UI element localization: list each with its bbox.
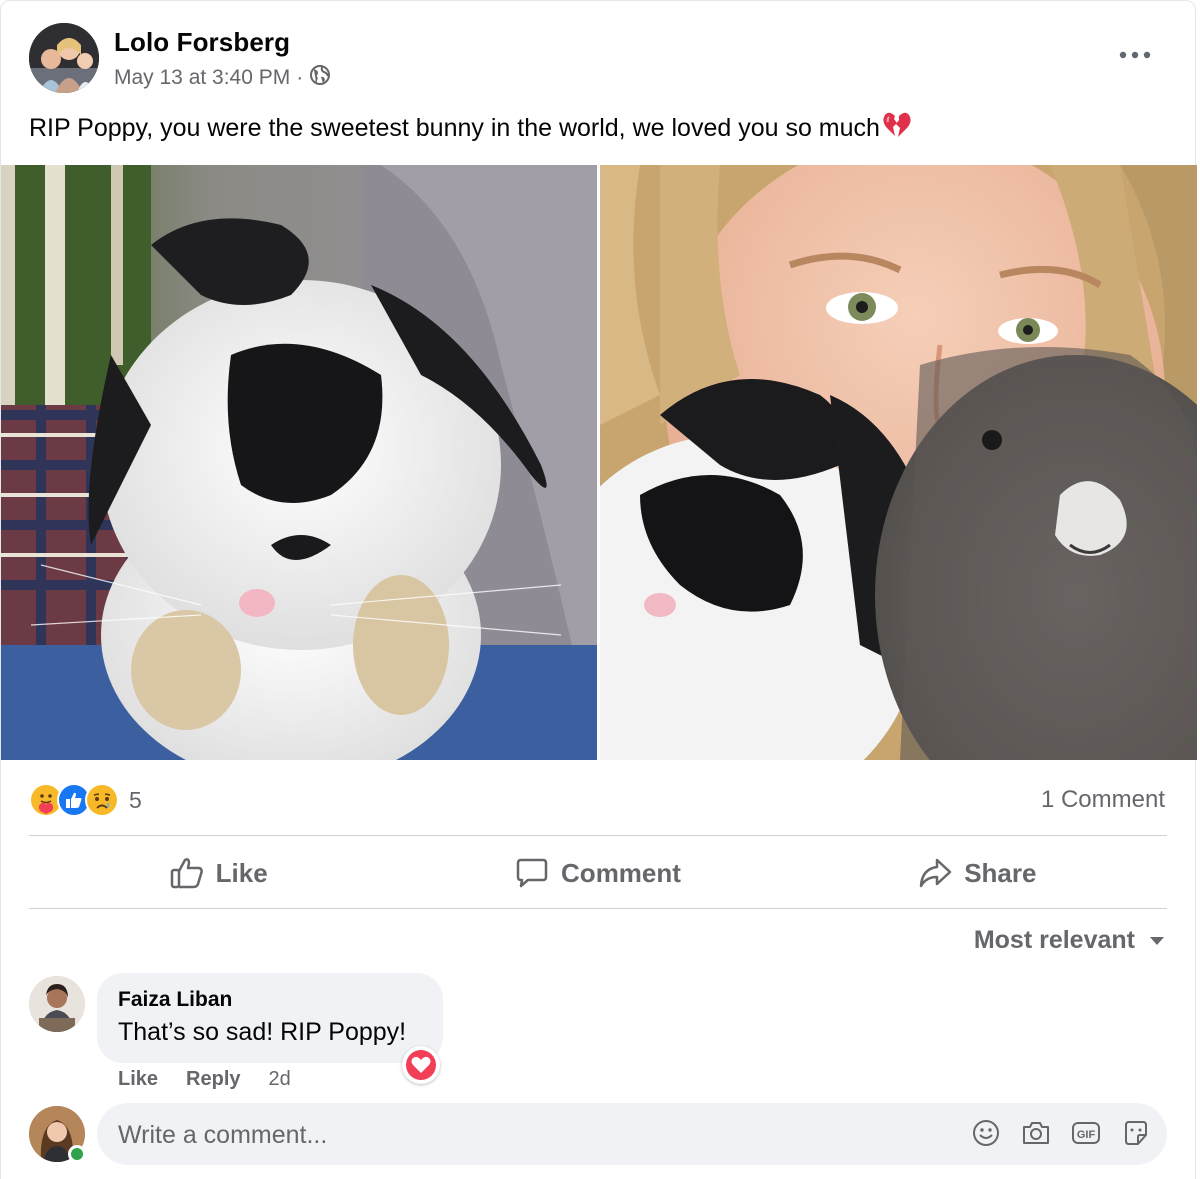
post-text: RIP Poppy, you were the sweetest bunny i… — [29, 111, 912, 146]
more-options-button[interactable] — [1113, 37, 1157, 73]
comment-like-link[interactable]: Like — [118, 1068, 158, 1091]
post-photo-1[interactable] — [1, 165, 597, 760]
current-user-avatar[interactable] — [29, 1106, 86, 1163]
sticker-icon[interactable] — [1121, 1118, 1151, 1148]
globe-icon[interactable] — [309, 64, 331, 92]
comment-count-link[interactable]: 1 Comment — [1041, 786, 1165, 814]
comment-time[interactable]: 2d — [269, 1068, 291, 1091]
comment-button-label: Comment — [561, 857, 681, 888]
gif-icon[interactable]: GIF — [1071, 1118, 1101, 1148]
comment-bubble-icon — [516, 858, 548, 888]
like-button[interactable]: Like — [29, 839, 408, 907]
composer-tools: GIF — [971, 1118, 1151, 1148]
comment-button[interactable]: Comment — [408, 839, 787, 907]
reaction-count[interactable]: 5 — [129, 787, 142, 814]
divider — [29, 908, 1167, 909]
comment-sort-dropdown[interactable]: Most relevant — [974, 926, 1165, 955]
author-name[interactable]: Lolo Forsberg — [114, 27, 290, 58]
commenter-avatar[interactable] — [29, 976, 85, 1032]
post-photo-2[interactable] — [600, 165, 1197, 760]
camera-icon[interactable] — [1021, 1118, 1051, 1148]
share-button-label: Share — [964, 857, 1037, 888]
like-button-label: Like — [215, 857, 268, 888]
meta-separator: · — [296, 66, 304, 89]
post-card: Lolo Forsberg May 13 at 3:40 PM · RIP Po… — [0, 0, 1197, 1179]
caret-down-icon — [1150, 936, 1164, 945]
sad-reaction-icon — [85, 783, 119, 817]
share-button[interactable]: Share — [788, 839, 1167, 907]
love-reaction-icon[interactable] — [402, 1046, 440, 1084]
reactions-summary[interactable]: 5 — [29, 781, 142, 819]
post-text-body: RIP Poppy, you were the sweetest bunny i… — [29, 114, 880, 142]
comment-actions: Like Reply 2d — [118, 1068, 291, 1091]
svg-text:GIF: GIF — [1077, 1129, 1096, 1141]
comment-text: That’s so sad! RIP Poppy! — [118, 1018, 407, 1046]
broken-heart-emoji — [882, 111, 912, 146]
ellipsis-icon — [1119, 51, 1151, 59]
post-timestamp[interactable]: May 13 at 3:40 PM — [114, 66, 290, 90]
author-avatar[interactable] — [29, 23, 99, 93]
share-arrow-icon — [919, 858, 952, 888]
comment-input[interactable] — [118, 1116, 918, 1154]
emoji-icon[interactable] — [971, 1118, 1001, 1148]
thumbs-up-icon — [170, 858, 203, 889]
post-actions: Like Comment Share — [29, 839, 1167, 907]
divider — [29, 835, 1167, 836]
comment-author[interactable]: Faiza Liban — [118, 988, 232, 1012]
sort-label: Most relevant — [973, 926, 1135, 954]
comment-reply-link[interactable]: Reply — [186, 1068, 240, 1091]
post-meta: May 13 at 3:40 PM · — [114, 64, 331, 92]
online-status-dot — [68, 1145, 86, 1163]
